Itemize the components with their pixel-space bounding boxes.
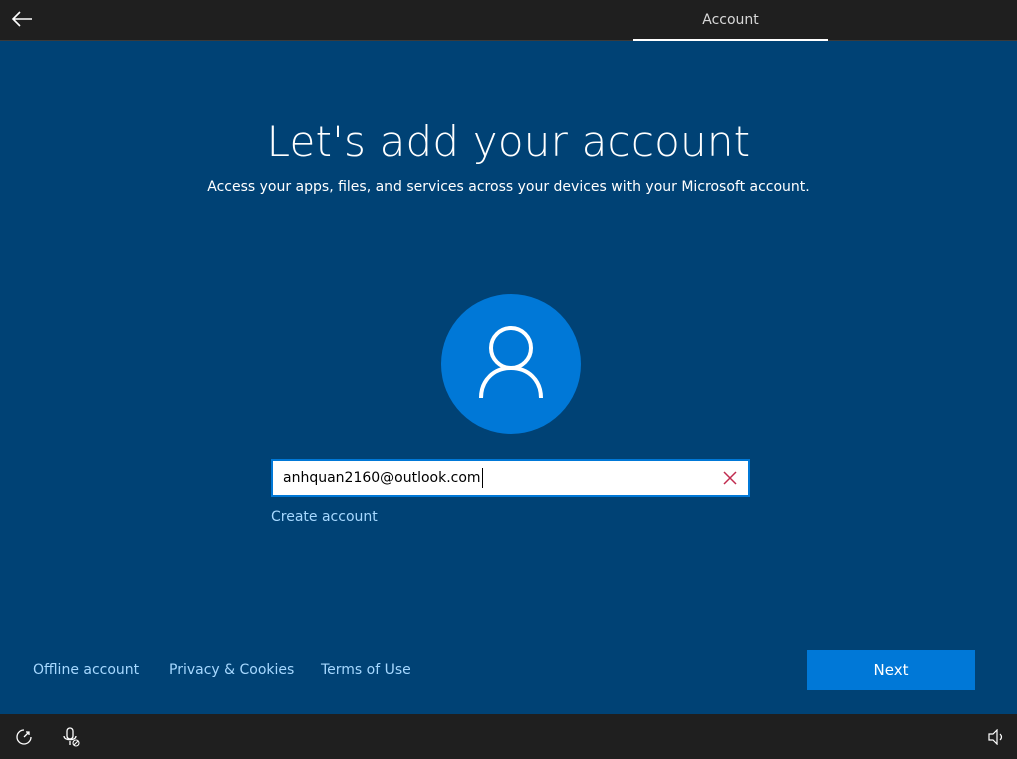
next-button[interactable]: Next (807, 650, 975, 690)
email-input[interactable]: anhquan2160@outlook.com (273, 463, 712, 493)
avatar (441, 294, 581, 434)
step-tab-account: Account (702, 12, 759, 28)
bottom-bar (0, 714, 1017, 759)
microphone-muted-icon (63, 727, 80, 747)
person-icon (479, 326, 543, 399)
page-title: Let's add your account (266, 117, 751, 166)
create-account-link[interactable]: Create account (271, 509, 378, 525)
top-bar: Account (0, 0, 1017, 41)
text-caret (481, 468, 483, 488)
main-content: Let's add your account Access your apps,… (0, 41, 1017, 714)
privacy-cookies-link[interactable]: Privacy & Cookies (169, 662, 294, 678)
volume-icon (988, 729, 1003, 745)
email-input-value: anhquan2160@outlook.com (283, 470, 481, 486)
back-arrow-icon (11, 11, 32, 27)
volume-button[interactable] (985, 726, 1007, 748)
back-button[interactable] (6, 4, 38, 34)
close-icon (723, 471, 737, 485)
microphone-button[interactable] (60, 726, 82, 748)
page-subtitle: Access your apps, files, and services ac… (207, 179, 810, 195)
email-field[interactable]: anhquan2160@outlook.com (271, 459, 750, 497)
terms-of-use-link[interactable]: Terms of Use (321, 662, 411, 678)
clear-button[interactable] (712, 461, 748, 495)
ease-of-access-icon (16, 729, 32, 745)
offline-account-link[interactable]: Offline account (33, 662, 139, 678)
ease-of-access-button[interactable] (13, 726, 35, 748)
